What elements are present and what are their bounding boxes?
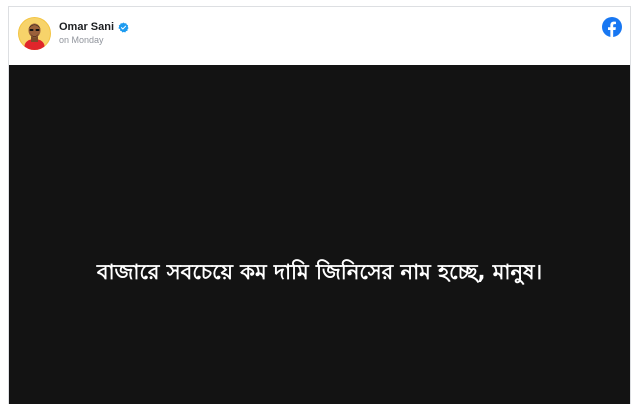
post-header: Omar Sani on Monday bbox=[9, 7, 630, 65]
verified-badge-icon bbox=[118, 21, 129, 33]
facebook-logo-icon[interactable] bbox=[602, 17, 622, 37]
quote-text: বাজারে সবচেয়ে কম দামি জিনিসের নাম হচ্ছে… bbox=[96, 260, 543, 284]
avatar[interactable] bbox=[18, 17, 51, 50]
author-line: Omar Sani bbox=[59, 20, 129, 34]
post-image[interactable]: বাজারে সবচেয়ে কম দামি জিনিসের নাম হচ্ছে… bbox=[9, 65, 630, 404]
post-timestamp[interactable]: on Monday bbox=[59, 34, 104, 46]
facebook-post-embed: Omar Sani on Monday বাজারে সবচেয়ে কম দা… bbox=[8, 6, 631, 404]
author-name[interactable]: Omar Sani bbox=[59, 20, 114, 34]
